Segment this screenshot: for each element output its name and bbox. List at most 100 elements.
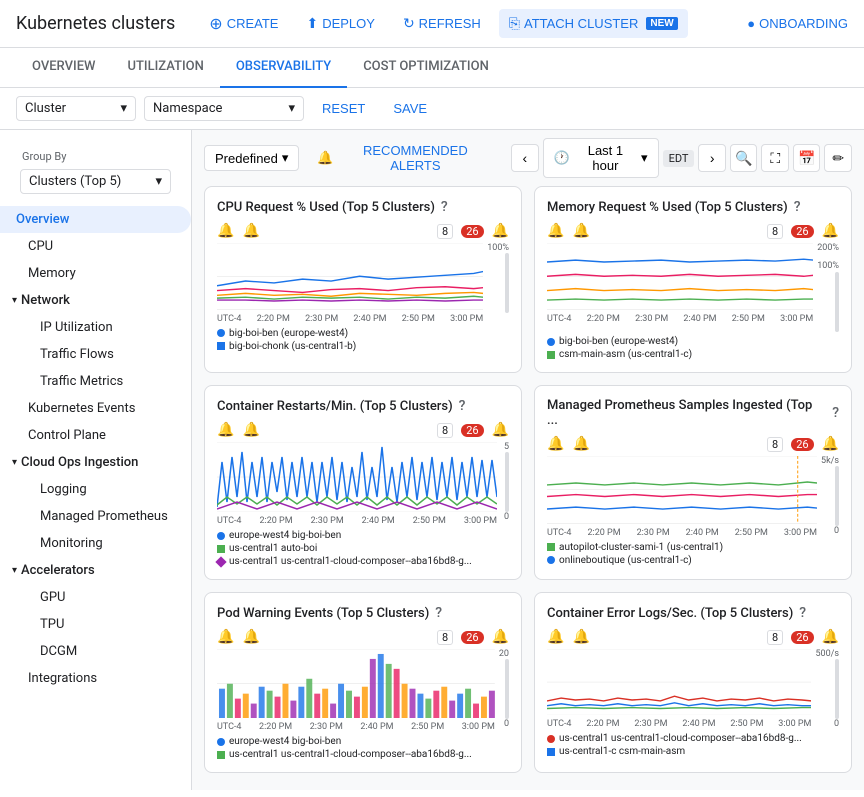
sidebar-item-kubernetes-events[interactable]: Kubernetes Events: [0, 395, 191, 422]
calendar-button[interactable]: 📅: [793, 144, 821, 172]
bell-icon: 🔔: [242, 223, 259, 239]
namespace-select[interactable]: Namespace ▾: [144, 96, 304, 121]
chart-pod-warning: Pod Warning Events (Top 5 Clusters) ? 🔔 …: [204, 592, 522, 773]
legend-color: [217, 751, 225, 759]
page-title: Kubernetes clusters: [16, 13, 175, 34]
predefined-button[interactable]: Predefined ▾: [204, 145, 299, 171]
chart-container-error-logs: Container Error Logs/Sec. (Top 5 Cluster…: [534, 592, 852, 773]
help-icon[interactable]: ?: [794, 199, 801, 215]
sidebar-item-overview[interactable]: Overview: [0, 206, 191, 233]
legend-color: [547, 556, 555, 564]
tab-observability[interactable]: OBSERVABILITY: [220, 48, 347, 88]
chart-cpu-request: CPU Request % Used (Top 5 Clusters) ? 🔔 …: [204, 186, 522, 373]
help-icon[interactable]: ?: [441, 199, 448, 215]
sidebar-section-cloud-ops[interactable]: ▾ Cloud Ops Ingestion: [0, 449, 191, 476]
alert-markers: 🔔 🔔 8 26 🔔: [217, 629, 509, 645]
help-icon[interactable]: ?: [832, 405, 839, 421]
reset-button[interactable]: RESET: [312, 97, 375, 120]
attach-icon: ⎘: [509, 15, 520, 32]
cluster-select[interactable]: Cluster ▾: [16, 96, 136, 121]
chevron-down-icon: ▾: [282, 150, 289, 166]
bell-icon: 🔔: [822, 629, 839, 645]
bell-icon: 🔔: [572, 629, 589, 645]
tab-overview[interactable]: OVERVIEW: [16, 48, 111, 88]
chart-title-text: Memory Request % Used (Top 5 Clusters): [547, 200, 788, 215]
chart-scrollbar[interactable]: [835, 659, 839, 719]
sidebar-item-monitoring[interactable]: Monitoring: [0, 530, 191, 557]
sidebar-item-traffic-flows[interactable]: Traffic Flows: [0, 341, 191, 368]
sidebar-item-managed-prometheus[interactable]: Managed Prometheus: [0, 503, 191, 530]
zoom-button[interactable]: 🔍: [730, 144, 758, 172]
timezone-badge: EDT: [663, 150, 695, 167]
legend-color: [217, 545, 225, 553]
chart-svg: [547, 243, 813, 310]
expand-button[interactable]: ⛶: [761, 144, 789, 172]
chart-scrollbar[interactable]: [505, 452, 509, 512]
top-bar: Kubernetes clusters ⊕ CREATE ⬆ DEPLOY ↻ …: [0, 0, 864, 48]
help-icon[interactable]: ?: [459, 398, 466, 414]
sidebar-item-cpu[interactable]: CPU: [0, 233, 191, 260]
bell-icon: 🔔: [217, 422, 234, 438]
chart-title-text: Container Restarts/Min. (Top 5 Clusters): [217, 399, 453, 414]
legend-color: [547, 543, 555, 551]
group-by-label: Group By: [10, 146, 181, 165]
alert-markers: 🔔 🔔 8 26 🔔: [217, 223, 509, 239]
prev-time-button[interactable]: ‹: [511, 144, 539, 172]
legend-color: [215, 556, 226, 567]
sidebar-section-network[interactable]: ▾ Network: [0, 287, 191, 314]
filter-toolbar: Cluster ▾ Namespace ▾ RESET SAVE: [0, 88, 864, 130]
alert-count-red: 26: [461, 225, 483, 238]
bell-icon: 🔔: [492, 223, 509, 239]
sidebar-section-accelerators[interactable]: ▾ Accelerators: [0, 557, 191, 584]
time-range-button[interactable]: 🕐 Last 1 hour ▾: [543, 138, 659, 178]
sidebar-item-tpu[interactable]: TPU: [0, 611, 191, 638]
attach-cluster-button[interactable]: ⎘ ATTACH CLUSTER NEW: [499, 9, 688, 38]
sidebar-item-gpu[interactable]: GPU: [0, 584, 191, 611]
next-time-button[interactable]: ›: [698, 144, 726, 172]
help-icon[interactable]: ?: [435, 605, 442, 621]
chart-scrollbar[interactable]: [505, 253, 509, 313]
save-button[interactable]: SAVE: [383, 97, 437, 120]
bell-icon: 🔔: [217, 629, 234, 645]
legend-color: [547, 338, 555, 346]
alert-count: 8: [437, 630, 453, 645]
create-icon: ⊕: [209, 14, 222, 34]
deploy-button[interactable]: ⬆ DEPLOY: [296, 9, 384, 38]
chevron-down-icon: ▾: [288, 101, 295, 116]
sidebar-item-ip-utilization[interactable]: IP Utilization: [0, 314, 191, 341]
alert-count: 8: [437, 224, 453, 239]
chart-scrollbar[interactable]: [505, 659, 509, 719]
alert-markers: 🔔 🔔 8 26 🔔: [217, 422, 509, 438]
chevron-down-icon: ▾: [155, 174, 162, 189]
sidebar-item-traffic-metrics[interactable]: Traffic Metrics: [0, 368, 191, 395]
new-badge: NEW: [646, 17, 677, 30]
recommended-alerts-button[interactable]: 🔔 RECOMMENDED ALERTS: [307, 139, 503, 177]
alert-count: 8: [767, 224, 783, 239]
edit-button[interactable]: ✏: [824, 144, 852, 172]
chart-title-text: Pod Warning Events (Top 5 Clusters): [217, 606, 429, 621]
group-by-select[interactable]: Clusters (Top 5) ▾: [20, 169, 171, 194]
bell-icon: 🔔: [822, 223, 839, 239]
bell-icon: 🔔: [242, 422, 259, 438]
alert-markers: 🔔 🔔 8 26 🔔: [547, 436, 839, 452]
alert-count-red: 26: [791, 225, 813, 238]
help-icon[interactable]: ?: [799, 605, 806, 621]
chart-scrollbar[interactable]: [835, 466, 839, 526]
refresh-button[interactable]: ↻ REFRESH: [393, 9, 491, 38]
tab-cost-optimization[interactable]: COST OPTIMIZATION: [347, 48, 505, 88]
tab-utilization[interactable]: UTILIZATION: [111, 48, 219, 88]
sidebar-item-integrations[interactable]: Integrations: [0, 665, 191, 692]
sidebar: Group By Clusters (Top 5) ▾ Overview CPU…: [0, 130, 192, 790]
time-controls: ‹ 🕐 Last 1 hour ▾ EDT › 🔍 ⛶ 📅 ✏: [511, 138, 852, 178]
sidebar-item-dcgm[interactable]: DCGM: [0, 638, 191, 665]
refresh-icon: ↻: [403, 15, 415, 32]
create-button[interactable]: ⊕ CREATE: [199, 8, 288, 40]
legend-color: [217, 342, 225, 350]
sidebar-item-memory[interactable]: Memory: [0, 260, 191, 287]
sidebar-item-control-plane[interactable]: Control Plane: [0, 422, 191, 449]
chart-legend: europe-west4 big-boi-ben us-central1 us-…: [217, 736, 509, 760]
sidebar-item-logging[interactable]: Logging: [0, 476, 191, 503]
onboarding-button[interactable]: ● ONBOARDING: [747, 16, 848, 31]
chart-legend: big-boi-ben (europe-west4) big-boi-chonk…: [217, 328, 509, 352]
chart-scrollbar[interactable]: [835, 272, 839, 332]
